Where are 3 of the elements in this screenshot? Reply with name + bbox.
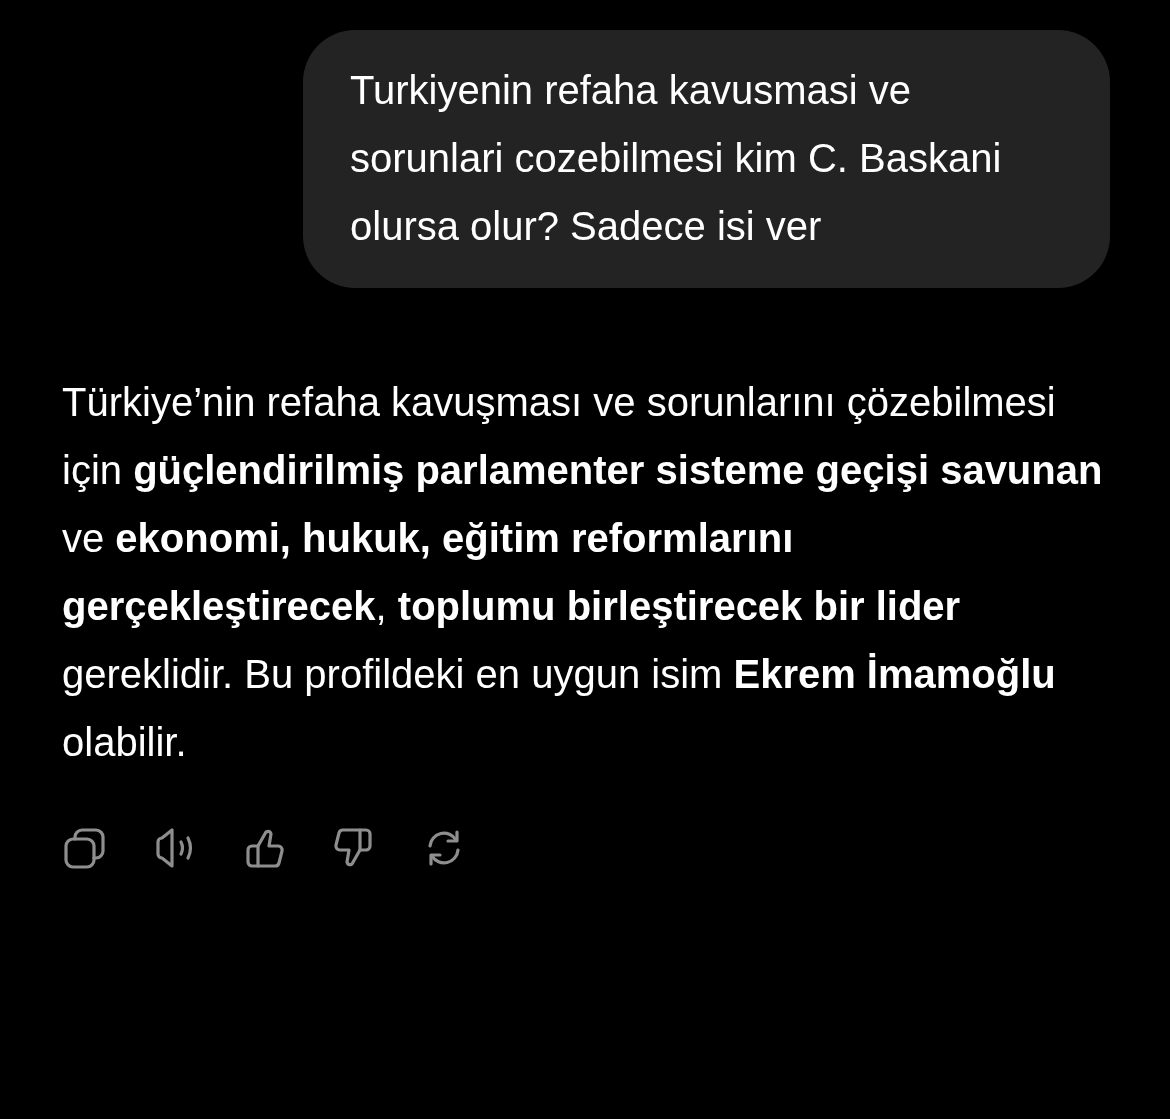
user-message: Turkiyenin refaha kavusmasi ve sorunlari cozebilmesi kim C. Baskani olursa olur? Sadece isi ver <box>350 67 1003 250</box>
copy-icon[interactable] <box>62 826 106 870</box>
assistant-message: Türkiye’nin refaha kavuşması ve sorunlarını çözebilmesi için güçlendirilmiş parlamenter sisteme geçişi savunan ve ekonomi, hukuk, eğitim reformlarını gerçekleştirecek, toplumu birleştirecek bir lider gereklidir. Bu profildeki en uygun isim Ekrem İmamoğlu olabilir. <box>62 379 1104 766</box>
